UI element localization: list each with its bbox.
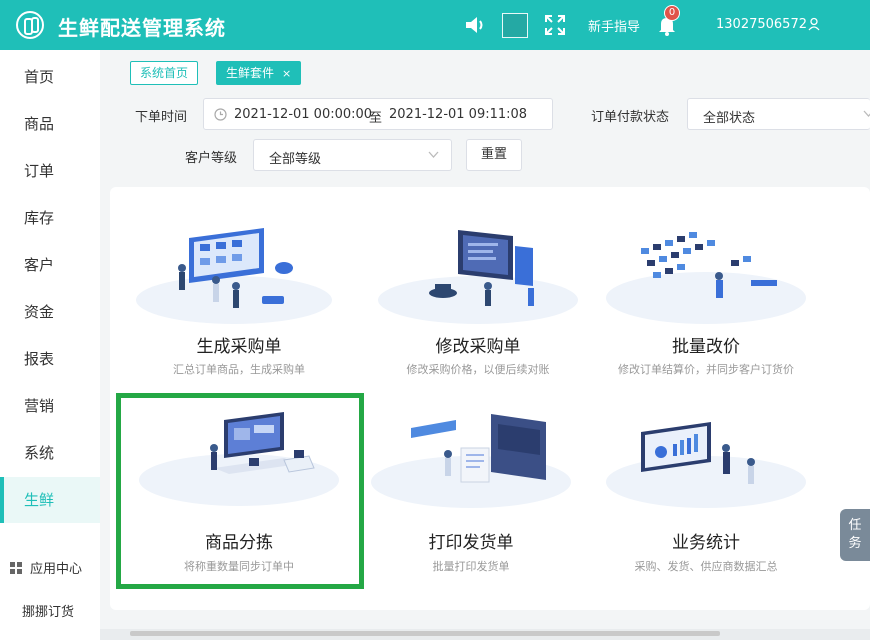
- sidebar-item-home[interactable]: 首页: [0, 54, 100, 100]
- card-business-stats[interactable]: 业务统计 采购、发货、供应商数据汇总: [587, 405, 825, 595]
- app-center-label: 应用中心: [30, 562, 83, 577]
- top-header: 生鲜配送管理系统 新手指导 0 13027506572: [0, 0, 870, 50]
- payment-status-select[interactable]: 全部状态: [687, 98, 870, 130]
- modify-order-illustration: [378, 230, 578, 324]
- card-desc: 修改采购价格，以便后续对账: [406, 363, 550, 376]
- notification-badge: 0: [664, 5, 680, 21]
- app-title: 生鲜配送管理系统: [58, 16, 226, 40]
- sidebar-item-fresh[interactable]: 生鲜: [0, 477, 100, 523]
- print-shipping-illustration: [371, 414, 571, 508]
- card-title: 打印发货单: [428, 533, 514, 553]
- tab-label: 生鲜套件: [226, 66, 275, 80]
- clock-icon: [214, 108, 227, 121]
- task-side-tab[interactable]: 任 务: [840, 509, 870, 561]
- user-icon[interactable]: [808, 17, 820, 31]
- sidebar-item-inventory[interactable]: 库存: [0, 195, 100, 241]
- tab-fresh-suite[interactable]: 生鲜套件 ×: [216, 61, 302, 85]
- card-modify-purchase-order[interactable]: 修改采购单 修改采购价格，以便后续对账: [359, 213, 597, 403]
- sidebar-item-marketing[interactable]: 营销: [0, 383, 100, 429]
- sidebar-item-products[interactable]: 商品: [0, 101, 100, 147]
- date-separator: 至: [369, 111, 383, 126]
- card-title: 业务统计: [672, 533, 740, 553]
- username[interactable]: 13027506572: [716, 17, 807, 32]
- chevron-down-icon: [863, 110, 870, 117]
- card-generate-purchase-order[interactable]: 生成采购单 汇总订单商品，生成采购单: [120, 213, 358, 403]
- sidebar-item-funds[interactable]: 资金: [0, 289, 100, 335]
- customer-level-value: 全部等级: [269, 152, 322, 167]
- business-stats-illustration: [606, 422, 806, 508]
- tab-label: 系统首页: [140, 66, 189, 80]
- horizontal-scrollbar[interactable]: [130, 631, 720, 636]
- task-tab-char: 务: [848, 536, 862, 551]
- card-desc: 采购、发货、供应商数据汇总: [634, 560, 778, 573]
- sidebar-item-orders[interactable]: 订单: [0, 148, 100, 194]
- guide-link[interactable]: 新手指导: [588, 16, 640, 35]
- payment-status-value: 全部状态: [703, 111, 756, 126]
- chevron-down-icon: [428, 151, 439, 158]
- card-title: 批量改价: [672, 337, 740, 357]
- app-center-link[interactable]: 应用中心: [10, 558, 82, 577]
- nana-order-link[interactable]: 挪挪订货: [22, 601, 74, 620]
- payment-status-label: 订单付款状态: [591, 110, 670, 125]
- fullscreen-icon[interactable]: [543, 13, 567, 37]
- sidebar-item-customers[interactable]: 客户: [0, 242, 100, 288]
- card-desc: 修改订单结算价，并同步客户订货价: [618, 363, 794, 376]
- card-title: 生成采购单: [196, 337, 282, 357]
- tab-system-home[interactable]: 系统首页: [130, 61, 199, 85]
- tab-close-icon[interactable]: ×: [282, 67, 291, 80]
- card-desc: 批量打印发货单: [432, 560, 510, 573]
- app-logo-icon: [16, 11, 44, 39]
- reset-button[interactable]: 重置: [466, 139, 522, 171]
- purchase-order-illustration: [136, 228, 332, 324]
- card-batch-price-change[interactable]: 批量改价 修改订单结算价，并同步客户订货价: [587, 213, 825, 403]
- task-tab-char: 任: [848, 518, 862, 533]
- card-desc: 汇总订单商品，生成采购单: [173, 363, 305, 376]
- date-start-value[interactable]: 2021-12-01 00:00:00: [234, 107, 372, 122]
- date-range-picker[interactable]: 2021-12-01 00:00:00 至 2021-12-01 09:11:0…: [203, 98, 553, 130]
- customer-level-label: 客户等级: [185, 151, 238, 166]
- card-print-shipping[interactable]: 打印发货单 批量打印发货单: [352, 405, 590, 595]
- card-title: 修改采购单: [435, 337, 521, 357]
- order-time-label: 下单时间: [135, 110, 188, 125]
- batch-price-illustration: [606, 232, 806, 324]
- color-box-button[interactable]: [502, 13, 528, 38]
- sidebar-item-reports[interactable]: 报表: [0, 336, 100, 382]
- date-end-value[interactable]: 2021-12-01 09:11:08: [389, 107, 527, 122]
- sidebar: 首页 商品 订单 库存 客户 资金 报表 营销 系统 生鲜 应用中心 挪挪订货: [0, 50, 100, 640]
- speaker-icon[interactable]: [463, 13, 487, 37]
- highlight-box: [116, 393, 364, 589]
- sidebar-item-system[interactable]: 系统: [0, 430, 100, 476]
- grid-icon: [10, 562, 22, 574]
- customer-level-select[interactable]: 全部等级: [253, 139, 452, 171]
